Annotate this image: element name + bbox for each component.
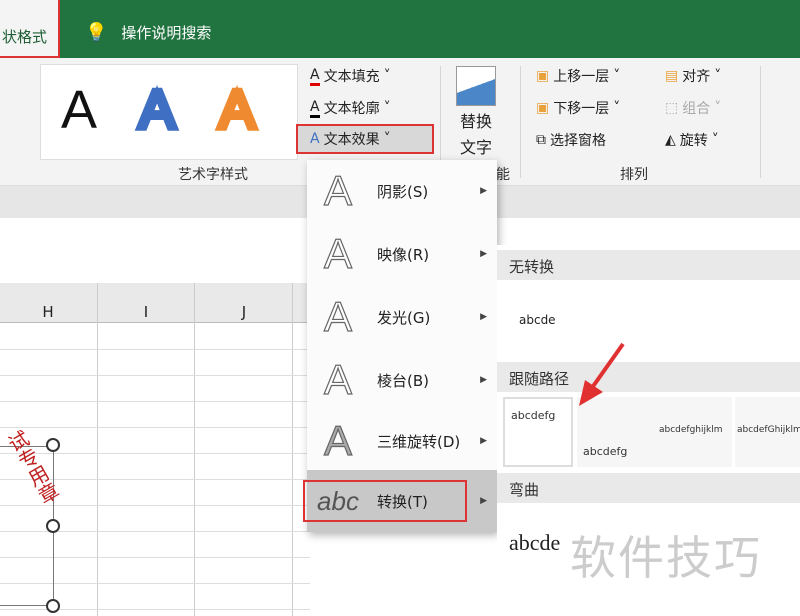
send-backward-button[interactable]: ▣ 下移一层 ˅	[536, 98, 620, 118]
text-fill-icon: A	[310, 67, 320, 86]
path-button-option[interactable]: abcdefGhijklmnop	[735, 397, 800, 467]
picture-icon	[456, 66, 496, 106]
submenu-arrow-icon: ▶	[480, 186, 487, 196]
rotate-icon: ◭	[665, 132, 676, 148]
send-backward-icon: ▣	[536, 100, 550, 116]
glow-icon: A	[323, 292, 352, 340]
3d-rotation-icon: A	[323, 416, 352, 464]
text-effects-menu: A 阴影(S) ▶ A 映像(R) ▶ A 发光(G) ▶ A 棱台(B) ▶ A 三维旋转(D)…	[303, 160, 497, 532]
warp-option[interactable]: abcde	[509, 530, 560, 556]
lightbulb-icon: 💡	[85, 22, 108, 43]
align-icon: ▤	[665, 68, 679, 84]
watermark: 软件技巧	[570, 531, 762, 585]
section-follow-path: 跟随路径	[497, 362, 800, 392]
menu-item-reflection[interactable]: A 映像(R) ▶	[307, 223, 497, 285]
resize-handle[interactable]	[46, 438, 60, 452]
text-outline-icon: A	[310, 99, 320, 118]
bevel-icon: A	[323, 355, 352, 403]
column-header-i[interactable]: I	[98, 303, 194, 321]
submenu-arrow-icon: ▶	[480, 249, 487, 259]
shadow-icon: A	[323, 166, 352, 214]
menu-item-glow[interactable]: A 发光(G) ▶	[307, 286, 497, 348]
wordart-group-label: 艺术字样式	[178, 167, 248, 183]
section-warp: 弯曲	[497, 473, 800, 503]
column-header-row: H I J	[0, 283, 310, 323]
bring-forward-button[interactable]: ▣ 上移一层 ˅	[536, 66, 620, 86]
path-circle-option[interactable]: abcdefghijklm	[657, 397, 732, 467]
wordart-orange[interactable]: A	[216, 77, 258, 143]
menu-item-3d-rotation[interactable]: A 三维旋转(D) ▶	[307, 410, 497, 472]
tell-me-search[interactable]: 💡 操作说明搜索	[85, 22, 211, 43]
resize-handle[interactable]	[46, 599, 60, 613]
bring-forward-icon: ▣	[536, 68, 550, 84]
divider	[760, 66, 761, 178]
no-transform-option[interactable]: abcde	[519, 313, 556, 327]
submenu-arrow-icon: ▶	[480, 312, 487, 322]
menu-item-bevel[interactable]: A 棱台(B) ▶	[307, 349, 497, 411]
red-arrow-annotation	[579, 342, 625, 406]
divider	[520, 66, 521, 178]
alt-text-button[interactable]: 替换 文字	[456, 66, 496, 158]
section-no-transform: 无转换	[497, 250, 800, 280]
search-label: 操作说明搜索	[121, 24, 212, 42]
text-outline-button[interactable]: A 文本轮廓 ˅	[310, 98, 391, 118]
menu-item-shadow[interactable]: A 阴影(S) ▶	[307, 160, 497, 222]
reflection-icon: A	[323, 229, 352, 277]
text-effects-icon: A	[310, 131, 320, 147]
path-arch-up-option[interactable]: abcdefg	[503, 397, 573, 467]
column-header-h[interactable]: H	[0, 303, 96, 321]
text-fill-button[interactable]: A 文本填充 ˅	[310, 66, 391, 86]
arrange-group-label: 排列	[620, 167, 648, 183]
text-effects-button[interactable]: A 文本效果 ˅	[296, 124, 434, 154]
submenu-arrow-icon: ▶	[480, 436, 487, 446]
submenu-arrow-icon: ▶	[480, 496, 487, 506]
selection-pane-icon: ⧉	[536, 132, 546, 148]
align-button[interactable]: ▤ 对齐 ˅	[665, 66, 721, 86]
accessibility-group-label: 能	[496, 167, 510, 183]
resize-handle[interactable]	[46, 519, 60, 533]
wordart-blue[interactable]: A	[136, 77, 178, 143]
group-icon: ⬚	[665, 100, 679, 116]
wordart-gallery[interactable]: A A A	[40, 64, 298, 160]
menu-item-transform[interactable]: abc 转换(T) ▶	[303, 470, 497, 532]
group-button[interactable]: ⬚ 组合 ˅	[665, 98, 721, 118]
column-header-j[interactable]: J	[196, 303, 292, 321]
wordart-black[interactable]: A	[61, 79, 97, 141]
tab-shape-format[interactable]: 状格式	[0, 0, 60, 58]
selection-pane-button[interactable]: ⧉ 选择窗格	[536, 130, 606, 150]
rotate-button[interactable]: ◭ 旋转 ˅	[665, 130, 719, 150]
submenu-arrow-icon: ▶	[480, 375, 487, 385]
